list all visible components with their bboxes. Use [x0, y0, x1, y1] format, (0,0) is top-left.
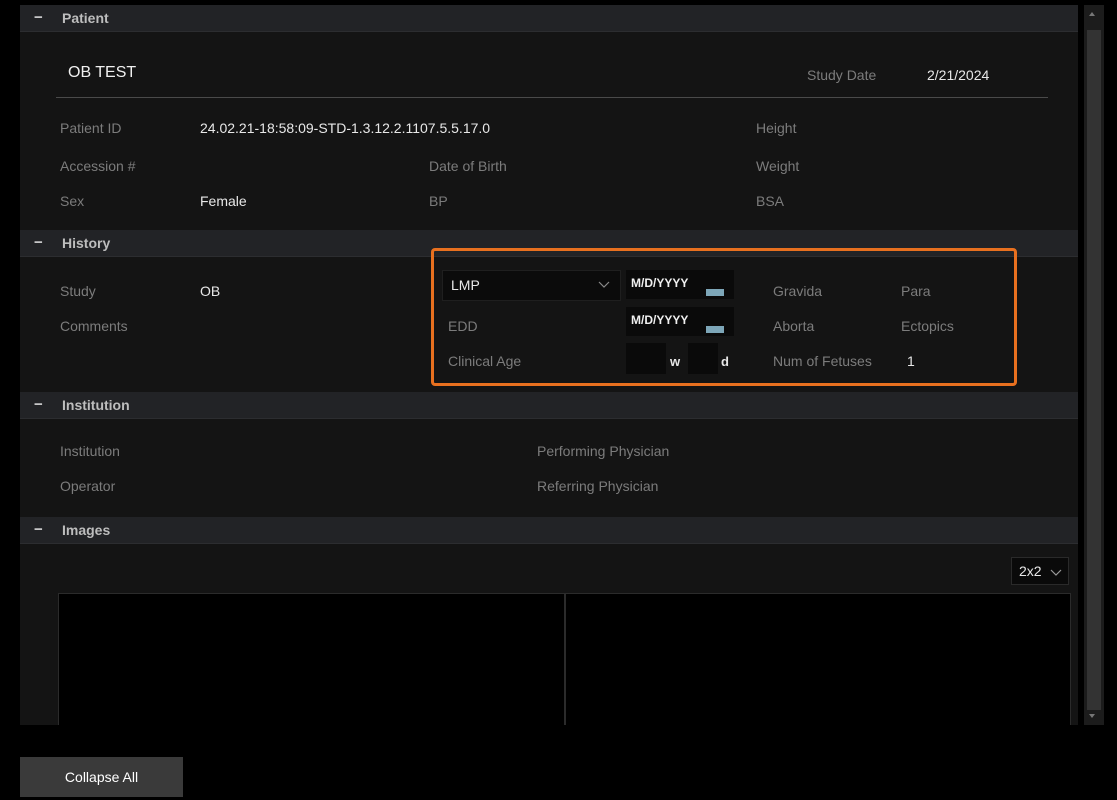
collapse-icon[interactable]: −: [34, 521, 43, 538]
institution-section-header[interactable]: − Institution: [20, 392, 1078, 419]
image-cell-1[interactable]: [58, 593, 565, 725]
performing-physician-label: Performing Physician: [537, 443, 670, 459]
institution-label: Institution: [60, 443, 120, 459]
layout-value: 2x2: [1019, 563, 1042, 579]
weight-label: Weight: [756, 158, 800, 174]
patient-name: OB TEST: [68, 64, 137, 81]
section-title: Images: [62, 522, 111, 538]
scroll-up-icon[interactable]: [1089, 12, 1095, 16]
collapse-all-button[interactable]: Collapse All: [20, 757, 183, 797]
bp-label: BP: [429, 193, 448, 209]
divider: [56, 97, 1048, 98]
image-layout-dropdown[interactable]: 2x2: [1011, 557, 1069, 585]
section-title: Institution: [62, 397, 130, 413]
app-window: − Patient OB TEST Study Date 2/21/2024 P…: [0, 0, 1117, 800]
patient-id-value: 24.02.21-18:58:09-STD-1.3.12.2.1107.5.5.…: [200, 120, 491, 136]
comments-label: Comments: [60, 318, 128, 334]
collapse-icon[interactable]: −: [34, 234, 43, 251]
study-value: OB: [200, 283, 221, 299]
highlight-box: [431, 248, 1017, 386]
chevron-down-icon: [1050, 569, 1062, 576]
study-label: Study: [60, 283, 96, 299]
bsa-label: BSA: [756, 193, 785, 209]
study-date-label: Study Date: [807, 67, 877, 83]
image-cell-2[interactable]: [565, 593, 1071, 725]
patient-id-label: Patient ID: [60, 120, 122, 136]
scrollbar-thumb[interactable]: [1087, 30, 1101, 710]
section-title: Patient: [62, 10, 109, 26]
sex-label: Sex: [60, 193, 85, 209]
patient-section-header[interactable]: − Patient: [20, 5, 1078, 32]
section-title: History: [62, 235, 111, 251]
collapse-icon[interactable]: −: [34, 396, 43, 413]
referring-physician-label: Referring Physician: [537, 478, 659, 494]
accession-label: Accession #: [60, 158, 136, 174]
height-label: Height: [756, 120, 797, 136]
operator-label: Operator: [60, 478, 116, 494]
scroll-down-icon[interactable]: [1089, 714, 1095, 718]
sex-value: Female: [200, 193, 247, 209]
study-date-value: 2/21/2024: [927, 67, 990, 83]
date-of-birth-label: Date of Birth: [429, 158, 507, 174]
images-section-header[interactable]: − Images: [20, 517, 1078, 544]
collapse-icon[interactable]: −: [34, 9, 43, 26]
